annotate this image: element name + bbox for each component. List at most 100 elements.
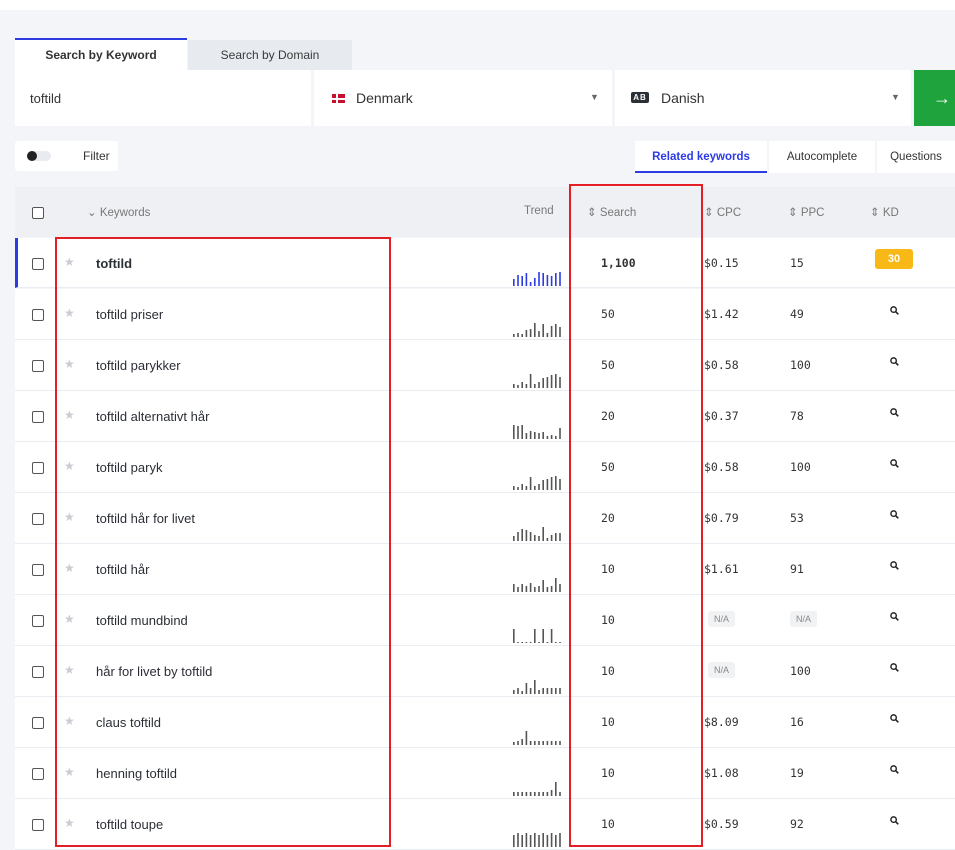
keyword-text[interactable]: hår for livet by toftild	[96, 664, 212, 679]
star-icon[interactable]: ★	[64, 714, 75, 728]
keyword-text[interactable]: claus toftild	[96, 715, 161, 730]
search-go-button[interactable]: →	[914, 70, 955, 126]
star-icon[interactable]: ★	[64, 612, 75, 626]
search-icon[interactable]	[890, 612, 899, 621]
table-row[interactable]: ★ toftild mundbind 10 N/A N/A	[15, 595, 955, 646]
table-row[interactable]: ★ toftild paryk 50 $0.58 100	[15, 442, 955, 493]
keyword-text[interactable]: toftild alternativt hår	[96, 409, 209, 424]
star-icon[interactable]: ★	[64, 357, 75, 371]
trend-bar	[555, 324, 557, 337]
table-row[interactable]: ★ toftild parykker 50 $0.58 100	[15, 340, 955, 391]
table-row[interactable]: ★ toftild 1,100 $0.15 15 30	[15, 238, 955, 288]
tab-autocomplete[interactable]: Autocomplete	[769, 141, 875, 173]
star-icon[interactable]: ★	[64, 408, 75, 422]
row-checkbox[interactable]	[32, 768, 44, 780]
row-checkbox[interactable]	[32, 258, 44, 270]
cpc-value: $1.61	[704, 562, 739, 576]
language-select[interactable]: AB Danish ▼	[615, 70, 911, 126]
star-icon[interactable]: ★	[64, 663, 75, 677]
trend-bar	[550, 477, 553, 490]
keyword-text[interactable]: toftild hår	[96, 562, 149, 577]
row-checkbox[interactable]	[32, 360, 44, 372]
keyword-text[interactable]: toftild	[96, 256, 132, 271]
trend-bar	[521, 484, 523, 490]
keyword-text[interactable]: toftild toupe	[96, 817, 163, 832]
row-checkbox[interactable]	[32, 462, 44, 474]
row-checkbox[interactable]	[32, 819, 44, 831]
col-kd[interactable]: ⇕ KD	[870, 205, 899, 219]
keyword-text[interactable]: toftild mundbind	[96, 613, 188, 628]
tab-questions[interactable]: Questions	[877, 141, 955, 173]
table-row[interactable]: ★ claus toftild 10 $8.09 16	[15, 697, 955, 748]
row-checkbox[interactable]	[32, 411, 44, 423]
search-volume: 20	[601, 511, 615, 525]
search-icon[interactable]	[890, 816, 899, 825]
row-checkbox[interactable]	[32, 564, 44, 576]
keyword-text[interactable]: toftild parykker	[96, 358, 181, 373]
col-ppc[interactable]: ⇕ PPC	[788, 205, 825, 219]
tab-search-by-domain[interactable]: Search by Domain	[188, 40, 352, 70]
table-row[interactable]: ★ toftild hår for livet 20 $0.79 53	[15, 493, 955, 544]
search-icon[interactable]	[890, 510, 899, 519]
tab-related-keywords[interactable]: Related keywords	[635, 141, 767, 173]
trend-sparkline	[513, 323, 561, 337]
trend-bar	[550, 741, 553, 745]
row-checkbox[interactable]	[32, 717, 44, 729]
table-row[interactable]: ★ toftild toupe 10 $0.59 92	[15, 799, 955, 850]
trend-bar	[546, 792, 549, 796]
select-all-checkbox[interactable]	[32, 207, 44, 219]
keyword-text[interactable]: toftild priser	[96, 307, 163, 322]
trend-bar	[550, 276, 553, 286]
trend-bar	[559, 327, 561, 337]
trend-bar	[529, 835, 532, 847]
filter-toggle[interactable]: Filter	[15, 141, 118, 171]
table-row[interactable]: ★ henning toftild 10 $1.08 19	[15, 748, 955, 799]
trend-bar	[555, 688, 557, 694]
search-icon[interactable]	[890, 306, 899, 315]
trend-bar	[559, 741, 561, 745]
table-row[interactable]: ★ toftild priser 50 $1.42 49	[15, 289, 955, 340]
search-icon[interactable]	[890, 765, 899, 774]
search-volume: 1,100	[601, 256, 636, 270]
col-search[interactable]: ⇕ Search	[587, 205, 636, 219]
trend-bar	[542, 527, 544, 541]
keyword-input[interactable]	[15, 70, 311, 126]
trend-bar	[513, 792, 515, 796]
star-icon[interactable]: ★	[64, 510, 75, 524]
row-checkbox[interactable]	[32, 615, 44, 627]
star-icon[interactable]: ★	[64, 255, 75, 269]
keyword-text[interactable]: toftild hår for livet	[96, 511, 195, 526]
star-icon[interactable]: ★	[64, 561, 75, 575]
search-volume: 10	[601, 817, 615, 831]
search-icon[interactable]	[890, 357, 899, 366]
trend-bar	[542, 432, 544, 439]
trend-bar	[534, 833, 536, 847]
trend-bar	[534, 629, 536, 643]
star-icon[interactable]: ★	[64, 306, 75, 320]
search-icon[interactable]	[890, 408, 899, 417]
table-row[interactable]: ★ hår for livet by toftild 10 N/A 100	[15, 646, 955, 697]
col-keywords[interactable]: ⌄ Keywords	[87, 205, 150, 219]
table-row[interactable]: ★ toftild hår 10 $1.61 91	[15, 544, 955, 595]
star-icon[interactable]: ★	[64, 765, 75, 779]
row-checkbox[interactable]	[32, 309, 44, 321]
search-icon[interactable]	[890, 561, 899, 570]
keyword-text[interactable]: henning toftild	[96, 766, 177, 781]
row-checkbox[interactable]	[32, 513, 44, 525]
star-icon[interactable]: ★	[64, 459, 75, 473]
keyword-text[interactable]: toftild paryk	[96, 460, 162, 475]
trend-bar	[513, 384, 515, 388]
row-checkbox[interactable]	[32, 666, 44, 678]
country-select[interactable]: Denmark ▼	[314, 70, 612, 126]
search-icon[interactable]	[890, 459, 899, 468]
search-bar: Denmark ▼ AB Danish ▼ →	[15, 70, 955, 126]
search-icon[interactable]	[890, 714, 899, 723]
toggle-switch[interactable]	[27, 151, 51, 161]
col-cpc[interactable]: ⇕ CPC	[704, 205, 741, 219]
search-icon[interactable]	[890, 663, 899, 672]
trend-bar	[550, 688, 553, 694]
trend-bar	[559, 688, 561, 694]
table-row[interactable]: ★ toftild alternativt hår 20 $0.37 78	[15, 391, 955, 442]
star-icon[interactable]: ★	[64, 816, 75, 830]
tab-search-by-keyword[interactable]: Search by Keyword	[15, 38, 187, 72]
